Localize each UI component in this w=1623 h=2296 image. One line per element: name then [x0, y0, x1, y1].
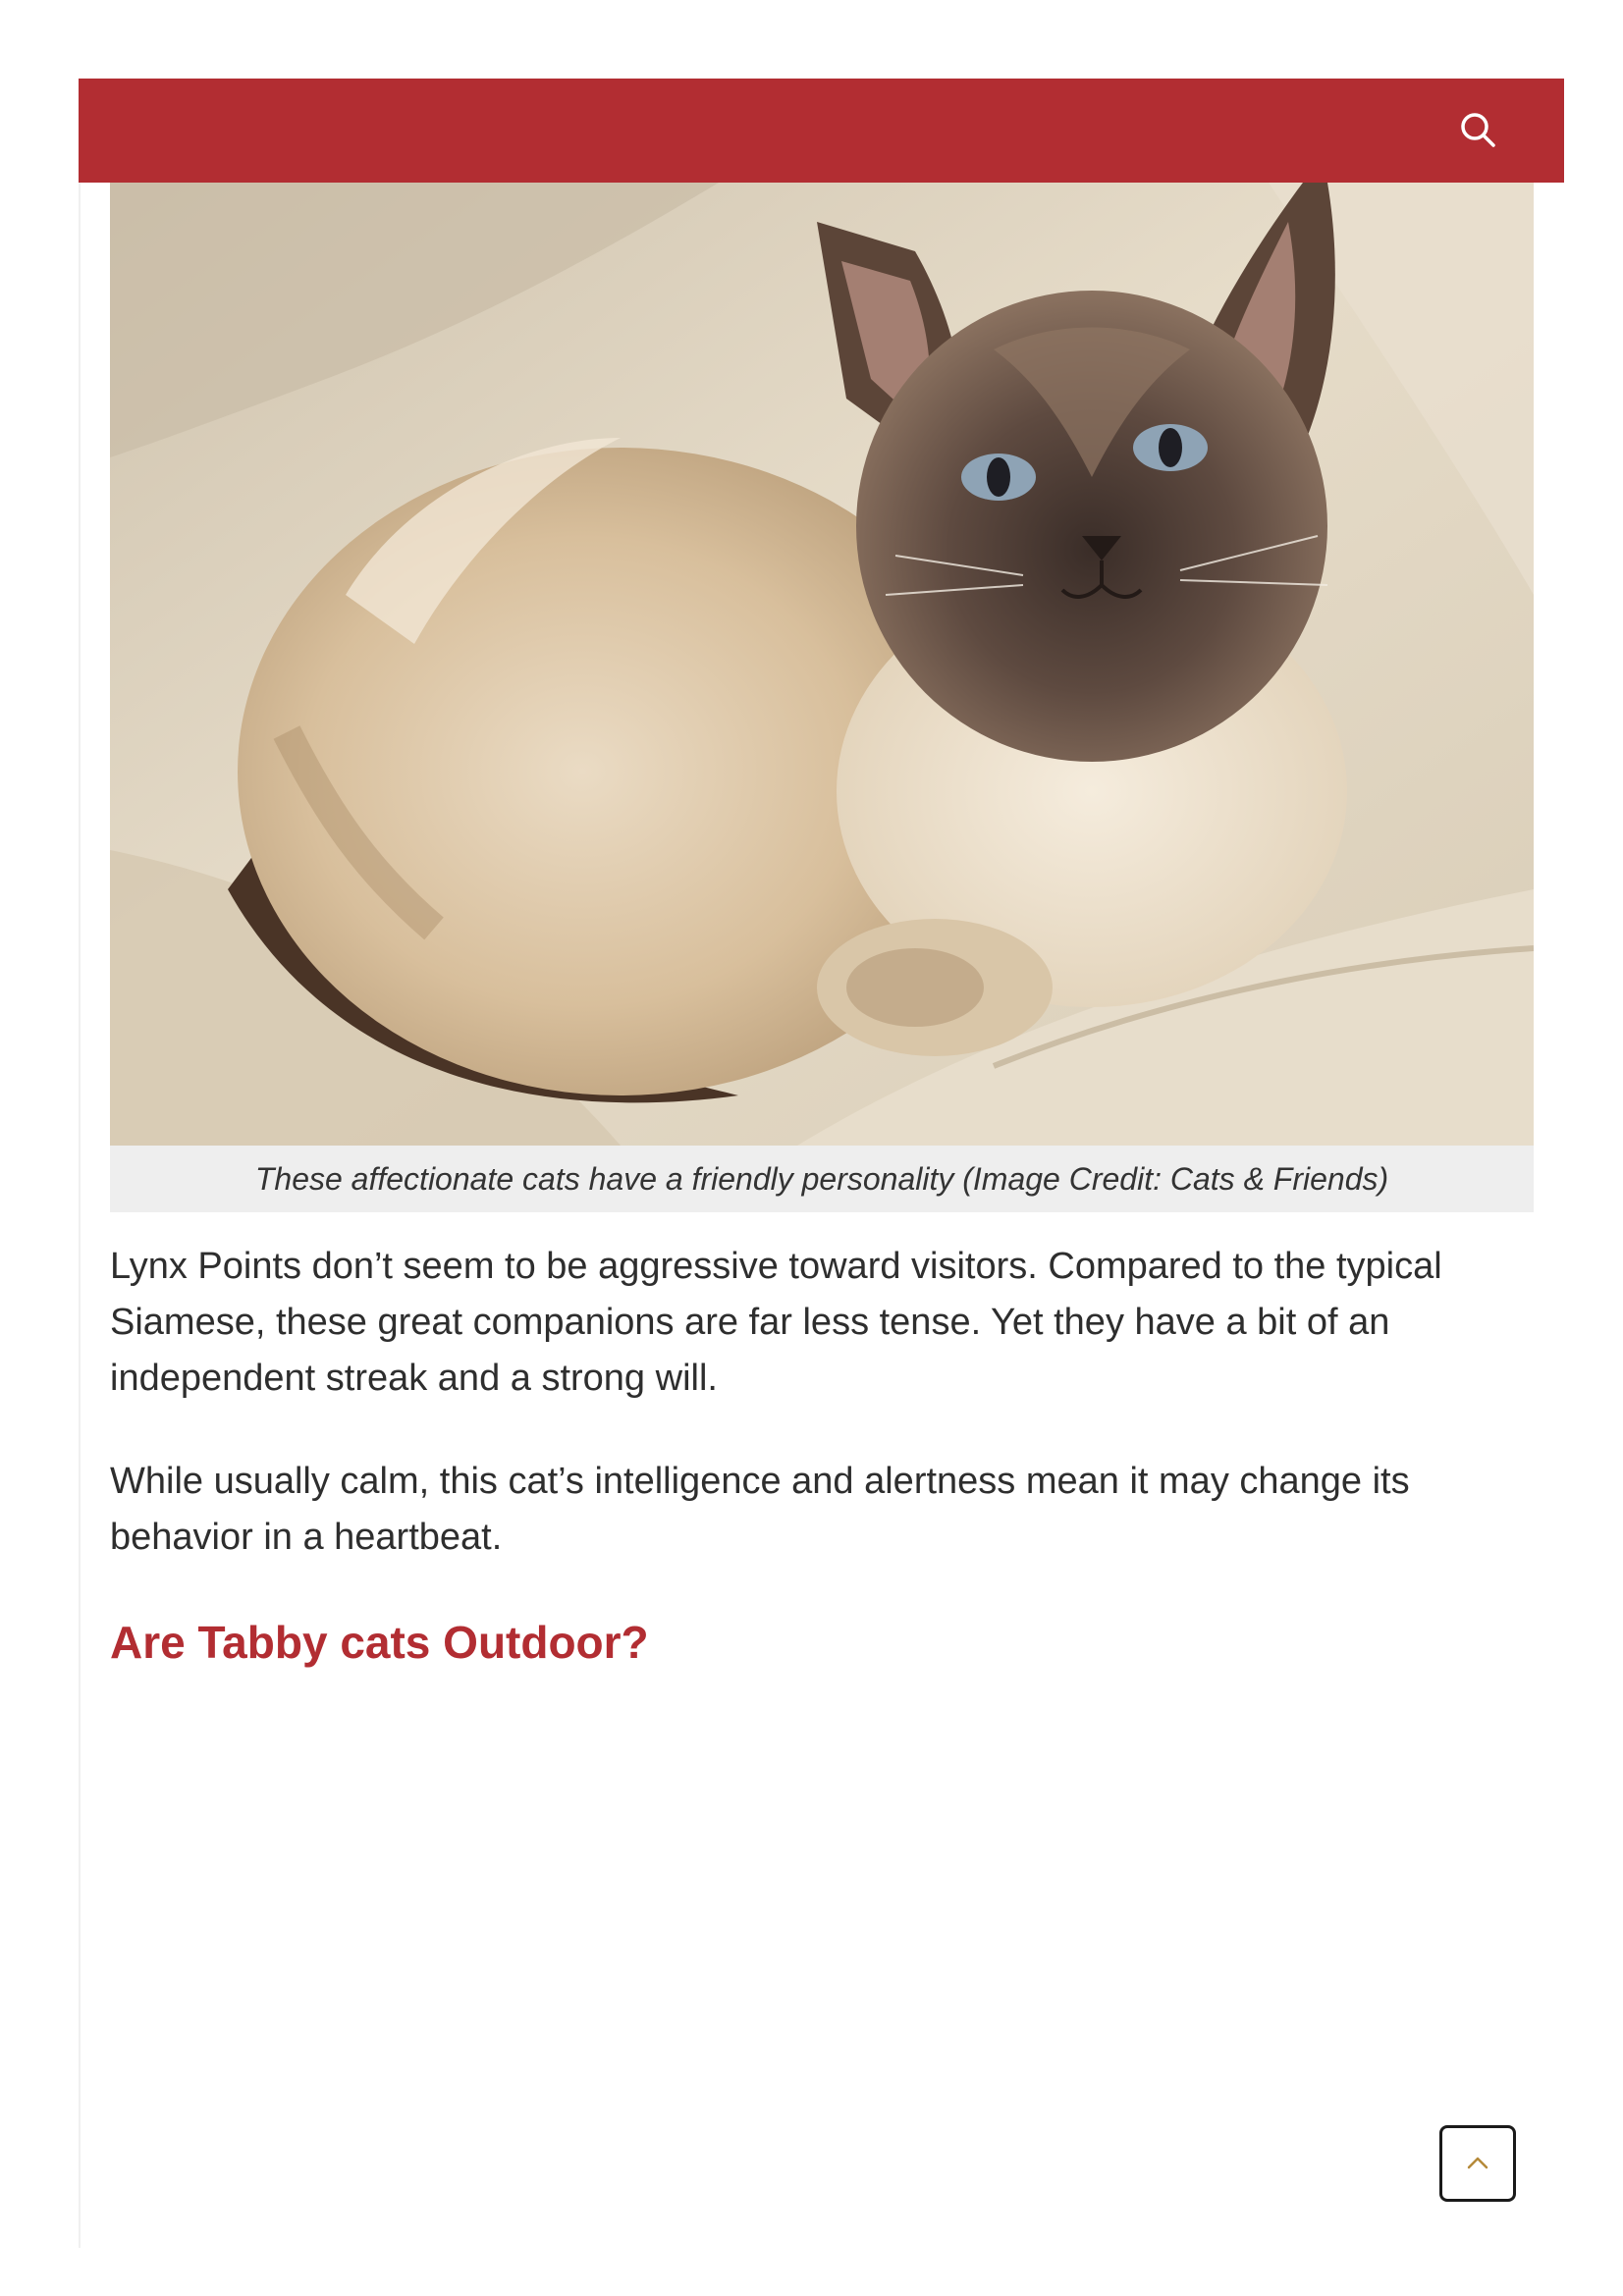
scroll-to-top-button[interactable]: [1439, 2125, 1516, 2202]
paragraph-temperament: Lynx Points don’t seem to be aggressive …: [110, 1246, 1442, 1399]
article-figure: These affectionate cats have a friendly …: [110, 183, 1534, 1212]
article-content: Lynx Points don’t seem to be aggressive …: [110, 1239, 1534, 1672]
top-navigation-bar: [79, 79, 1564, 183]
paragraph-behavior: While usually calm, this cat’s intellige…: [110, 1461, 1410, 1558]
section-heading: Are Tabby cats Outdoor?: [110, 1617, 649, 1668]
chevron-up-icon: [1467, 2157, 1488, 2169]
search-icon: [1461, 113, 1495, 147]
cat-photo: [110, 183, 1534, 1146]
image-caption: These affectionate cats have a friendly …: [110, 1146, 1534, 1212]
search-button[interactable]: [1456, 108, 1501, 153]
